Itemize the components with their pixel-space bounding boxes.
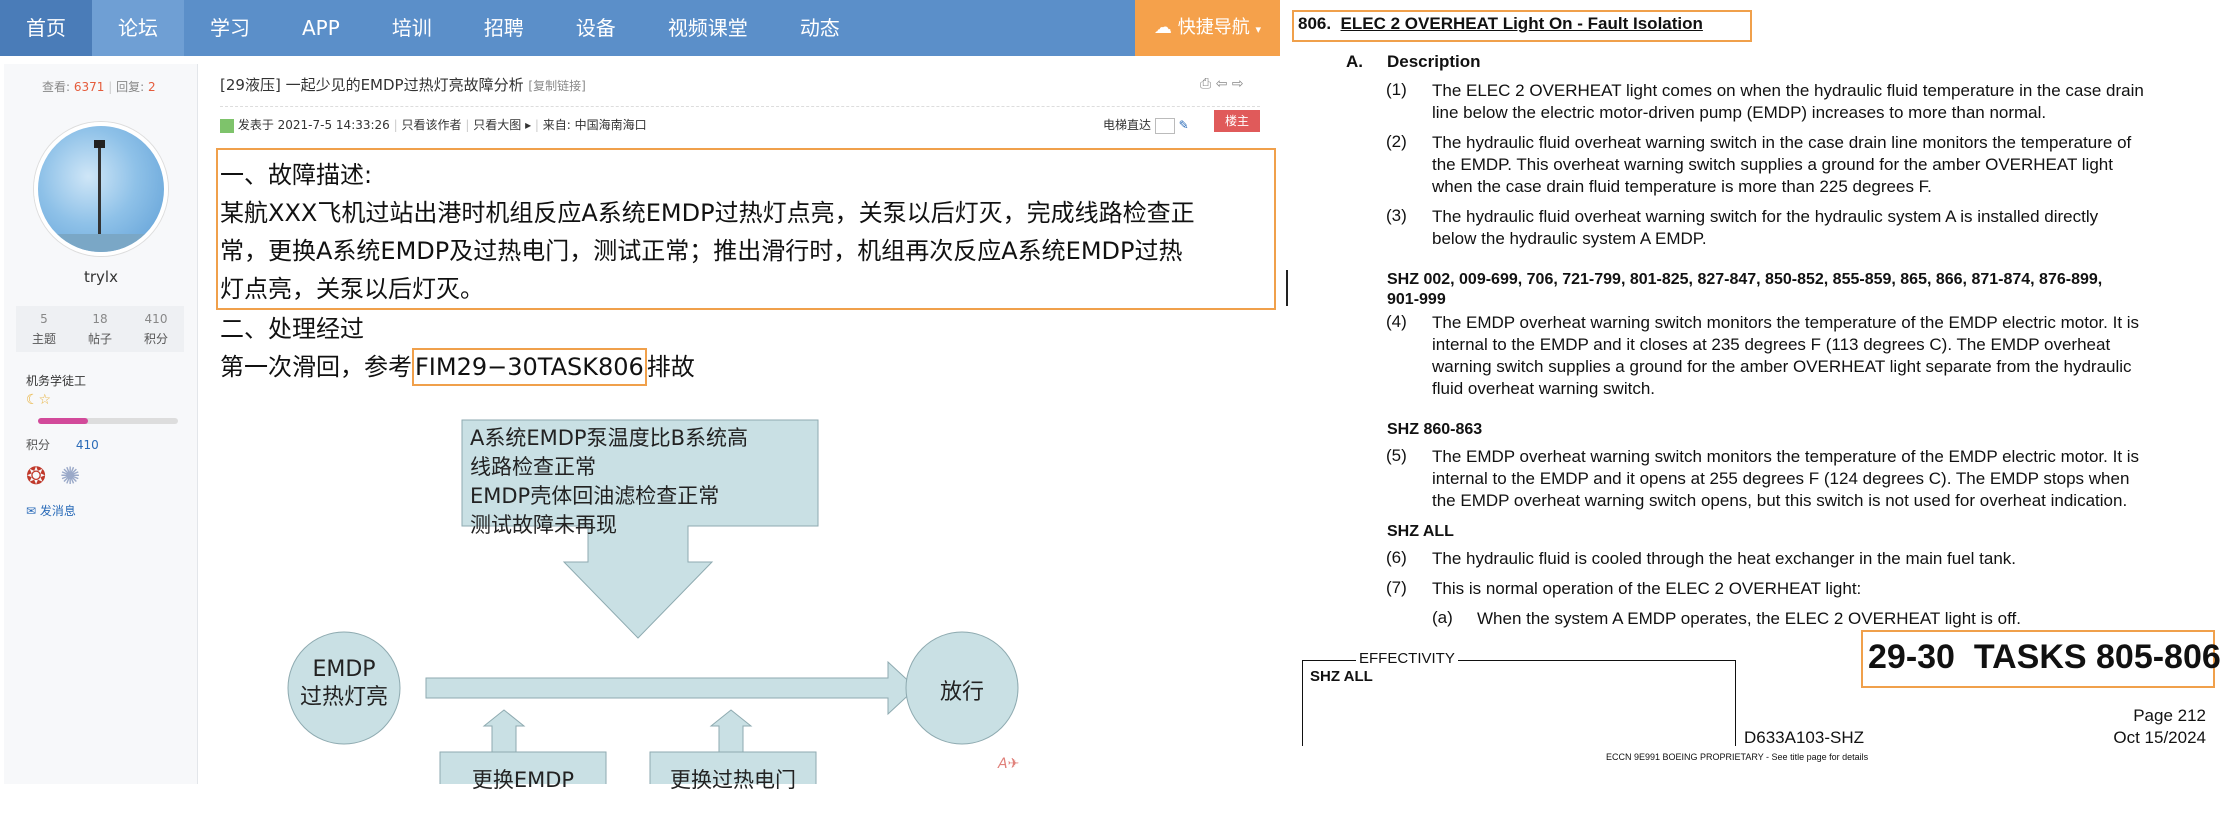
next-icon[interactable]: ⇨ [1232, 76, 1244, 92]
end-circle-label: 放行 [939, 680, 984, 705]
start-circle-label: EMDP 过热灯亮 [299, 657, 388, 710]
floor-input[interactable] [1154, 117, 1175, 134]
prev-icon[interactable]: ⇦ [1216, 76, 1228, 92]
stat-threads[interactable]: 5 主题 [16, 306, 72, 352]
item-6: The hydraulic fluid is cooled through th… [1432, 549, 2017, 568]
moon-star-icon: ☾☆ [26, 392, 52, 408]
main-arrow [425, 660, 917, 716]
page-number: Page 212 [2133, 706, 2206, 725]
top-nav: 首页 论坛 学习 APP 培训 招聘 设备 视频课堂 动态 [0, 0, 1280, 56]
rank-progress [38, 418, 178, 424]
stat-points[interactable]: 410 积分 [128, 306, 184, 352]
author-sidebar: 查看: 6371 | 回复: 2 trylx 5 主题 18 帖子 410 积分 机务… [4, 64, 198, 784]
caret-right-icon: ▸ [525, 118, 532, 132]
nav-app[interactable]: APP [276, 0, 366, 56]
author-status-icon [220, 118, 234, 133]
item-num: (7) [1386, 578, 1407, 597]
elevator-jump[interactable]: 电梯直达 ✎ [1103, 116, 1189, 134]
nav-video[interactable]: 视频课堂 [642, 0, 774, 56]
effectivity-group-1: SHZ 002, 009-699, 706, 721-799, 801-825,… [1387, 271, 2103, 308]
post-title: [29液压] 一起少见的EMDP过热灯亮故障分析 [复制链接] [220, 76, 586, 94]
floor-badge: 楼主 [1214, 110, 1260, 132]
item-num: (4) [1386, 312, 1407, 331]
nav-study[interactable]: 学习 [184, 0, 276, 56]
nav-training[interactable]: 培训 [366, 0, 458, 56]
fault-description: 一、故障描述: 某航XXX飞机过站出港时机组反应A系统EMDP过热灯点亮，关泵以… [220, 161, 1195, 303]
box1-label: 更换EMDP [471, 768, 575, 792]
effectivity-group-2: SHZ 860-863 [1387, 421, 1483, 438]
envelope-icon: ✉ [26, 504, 37, 518]
item-2: The hydraulic fluid overheat warning swi… [1432, 133, 2132, 196]
badge-icon: ✺ [60, 462, 81, 490]
points-row: 积分 410 [26, 438, 99, 452]
fim-reference: FIM29−30TASK806 [412, 348, 647, 386]
print-icon[interactable]: ⎙ [1200, 76, 1211, 92]
nav-forum[interactable]: 论坛 [92, 0, 184, 56]
stat-posts[interactable]: 18 帖子 [72, 306, 128, 352]
item-num: (a) [1432, 608, 1453, 627]
item-num: (6) [1386, 548, 1407, 567]
cloud-icon: ☁ [1154, 17, 1172, 38]
watermark-logo: A✈ [998, 756, 1020, 772]
post-meta: 发表于 2021-7-5 14:33:26 | 只看该作者 | 只看大图 ▸ |… [220, 116, 647, 133]
item-1: The ELEC 2 OVERHEAT light comes on when … [1432, 81, 2144, 122]
item-num: (5) [1386, 446, 1407, 465]
quick-nav-button[interactable]: ☁ 快捷导航 ▾ [1135, 0, 1280, 56]
user-stats: 5 主题 18 帖子 410 积分 [16, 306, 184, 352]
nav-jobs[interactable]: 招聘 [458, 0, 550, 56]
callout-text: A系统EMDP泵温度比B系统高 线路检查正常 EMDP壳体回油滤检查正常 测试故… [470, 426, 748, 537]
item-num: (1) [1386, 80, 1407, 99]
process-text: 第一次滑回，参考 FIM29−30TASK806 排故 [220, 348, 695, 386]
box2-label: 更换过热电门 [670, 768, 796, 792]
wrench-icon[interactable]: ✎ [1179, 118, 1189, 132]
nav-news[interactable]: 动态 [774, 0, 866, 56]
proprietary-footer: ECCN 9E991 BOEING PROPRIETARY - See titl… [1606, 752, 1869, 762]
document-id: D633A103-SHZ [1744, 728, 1865, 747]
medal-icon: ❂ [26, 462, 47, 490]
post-content: [29液压] 一起少见的EMDP过热灯亮故障分析 [复制链接] ⎙ ⇦ ⇨ 发表… [198, 64, 1280, 792]
item-7: This is normal operation of the ELEC 2 O… [1432, 579, 1862, 598]
process-heading: 二、处理经过 [220, 315, 364, 343]
only-author-link[interactable]: 只看该作者 [402, 118, 462, 132]
section-title: Description [1387, 52, 1481, 71]
section-letter: A. [1346, 52, 1363, 71]
text-cursor [1286, 270, 1288, 306]
item-num: (3) [1386, 206, 1407, 225]
effectivity-label: EFFECTIVITY [1356, 650, 1458, 667]
big-image-link[interactable]: 只看大图 [473, 118, 521, 132]
nav-equipment[interactable]: 设备 [550, 0, 642, 56]
username[interactable]: trylx [4, 268, 198, 286]
user-rank: 机务学徒工 [26, 374, 87, 388]
effectivity-value: SHZ ALL [1310, 668, 1373, 685]
post-tools: ⎙ ⇦ ⇨ [1200, 76, 1244, 92]
effectivity-group-3: SHZ ALL [1387, 523, 1454, 540]
nav-home[interactable]: 首页 [0, 0, 92, 56]
caret-down-icon: ▾ [1255, 23, 1261, 36]
box2-arrow [709, 709, 753, 753]
send-message-link[interactable]: ✉ 发消息 [26, 502, 76, 519]
item-5: The EMDP overheat warning switch monitor… [1432, 447, 2140, 510]
copy-link[interactable]: [复制链接] [528, 79, 585, 93]
item-7a: When the system A EMDP operates, the ELE… [1477, 609, 2021, 628]
task-reference: 29-30 TASKS 805-806 [1868, 638, 2221, 676]
revision-date: Oct 15/2024 [2113, 728, 2206, 747]
item-4: The EMDP overheat warning switch monitor… [1432, 313, 2140, 398]
box1-arrow [482, 709, 526, 753]
avatar[interactable] [34, 122, 168, 256]
doc-heading: 806. ELEC 2 OVERHEAT Light On - Fault Is… [1298, 14, 1703, 33]
item-3: The hydraulic fluid overheat warning swi… [1432, 207, 2099, 248]
view-reply-stats: 查看: 6371 | 回复: 2 [42, 80, 156, 94]
item-num: (2) [1386, 132, 1407, 151]
